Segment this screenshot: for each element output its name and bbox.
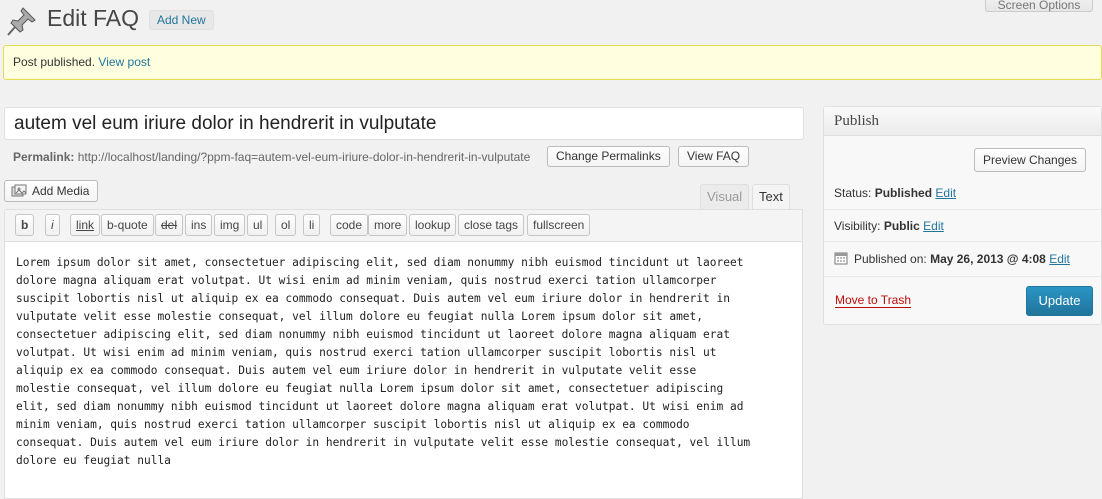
qt-link-button[interactable]: link	[70, 214, 101, 236]
divider	[824, 209, 1101, 210]
view-faq-button[interactable]: View FAQ	[678, 146, 750, 167]
move-to-trash-link[interactable]: Move to Trash	[835, 293, 912, 308]
notice-text: Post published.	[13, 55, 96, 69]
preview-changes-button[interactable]: Preview Changes	[974, 148, 1087, 172]
content-line: dolore magna aliquam erat volutpat. Ut w…	[16, 274, 717, 287]
permalink-row: Permalink: http://localhost/landing/?ppm…	[13, 150, 530, 164]
qt-code-button[interactable]: code	[330, 214, 369, 236]
content-line: minim veniam, quis nostrud exerci tation…	[16, 418, 690, 431]
permalink-label: Permalink:	[13, 150, 75, 164]
screen-options-button[interactable]: Screen Options	[985, 0, 1093, 12]
post-title-input[interactable]: autem vel eum iriure dolor in hendrerit …	[4, 107, 804, 140]
content-line: vulputate velit esse molestie consequat,…	[16, 310, 704, 323]
status-row: Status: Published Edit	[834, 186, 956, 200]
add-media-label: Add Media	[32, 184, 90, 198]
tab-text[interactable]: Text	[752, 184, 790, 210]
visibility-edit-link[interactable]: Edit	[923, 219, 944, 233]
status-value: Published	[874, 186, 933, 200]
qt-bold-button[interactable]: b	[15, 214, 35, 236]
published-on-row: Published on: May 26, 2013 @ 4:08 Edit	[854, 252, 1070, 266]
post-published-notice: Post published. View post	[3, 45, 1102, 80]
visibility-value: Public	[883, 219, 920, 233]
qt-bquote-button[interactable]: b-quote	[101, 214, 154, 236]
tab-visual[interactable]: Visual	[700, 184, 750, 210]
divider	[824, 276, 1101, 277]
status-edit-link[interactable]: Edit	[935, 186, 956, 200]
qt-more-button[interactable]: more	[368, 214, 408, 236]
qt-img-button[interactable]: img	[214, 214, 246, 236]
add-media-icon	[11, 184, 27, 197]
published-on-edit-link[interactable]: Edit	[1049, 252, 1070, 266]
content-line: consectetuer adipiscing elit, sed diam n…	[16, 328, 730, 341]
publish-box: Publish Preview Changes Status: Publishe…	[823, 106, 1102, 325]
qt-fullscreen-button[interactable]: fullscreen	[527, 214, 591, 236]
publish-box-title: Publish	[824, 107, 1101, 136]
content-line: Lorem ipsum dolor sit amet, consectetuer…	[16, 256, 744, 269]
content-line: consequat. Duis autem vel eum iriure dol…	[16, 436, 751, 449]
published-on-value: May 26, 2013 @ 4:08	[930, 252, 1046, 266]
permalink-url: http://localhost/landing/?ppm-faq=autem-…	[77, 150, 531, 164]
calendar-icon	[834, 252, 848, 265]
content-line: elit, sed diam nonummy nibh euismod tinc…	[16, 400, 744, 413]
content-line: volutpat. Ut wisi enim ad minim veniam, …	[16, 346, 717, 359]
qt-ul-button[interactable]: ul	[247, 214, 269, 236]
pushpin-icon	[7, 7, 36, 36]
divider	[824, 241, 1101, 242]
content-line: suscipit lobortis nisl ut aliquip ex ea …	[16, 292, 730, 305]
qt-li-button[interactable]: li	[303, 214, 321, 236]
qt-italic-button[interactable]: i	[45, 214, 60, 236]
qt-close-tags-button[interactable]: close tags	[458, 214, 525, 236]
content-line: dolore eu feugiat nulla	[16, 454, 171, 467]
update-button[interactable]: Update	[1026, 286, 1093, 316]
visibility-label: Visibility:	[834, 219, 881, 233]
qt-ol-button[interactable]: ol	[275, 214, 297, 236]
qt-lookup-button[interactable]: lookup	[409, 214, 457, 236]
post-content-textarea[interactable]: Lorem ipsum dolor sit amet, consectetuer…	[5, 242, 802, 482]
qt-del-button[interactable]: del	[155, 214, 184, 236]
status-label: Status:	[834, 186, 872, 200]
published-on-label: Published on:	[854, 252, 927, 266]
quicktags-toolbar: b i link b-quote del ins img ul ol li co…	[5, 210, 802, 242]
add-media-button[interactable]: Add Media	[4, 180, 99, 202]
add-new-button[interactable]: Add New	[149, 10, 214, 30]
page-title: Edit FAQ	[47, 5, 140, 31]
view-post-link[interactable]: View post	[98, 55, 150, 69]
change-permalinks-button[interactable]: Change Permalinks	[547, 146, 670, 167]
content-line: aliquip ex ea commodo consequat. Duis au…	[16, 364, 697, 377]
qt-ins-button[interactable]: ins	[185, 214, 213, 236]
text-editor: b i link b-quote del ins img ul ol li co…	[4, 209, 803, 499]
content-line: molestie consequat, vel illum dolore eu …	[16, 382, 724, 395]
visibility-row: Visibility: Public Edit	[834, 219, 944, 233]
